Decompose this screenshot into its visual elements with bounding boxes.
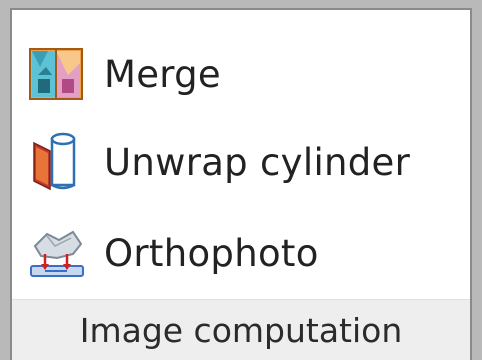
unwrap-cylinder-icon xyxy=(26,131,88,193)
orthophoto-icon xyxy=(26,222,88,284)
unwrap-cylinder-button[interactable]: Unwrap cylinder xyxy=(26,125,466,199)
merge-icon xyxy=(26,43,88,105)
orthophoto-label: Orthophoto xyxy=(104,231,319,275)
merge-button[interactable]: Merge xyxy=(26,37,466,111)
group-caption-text: Image computation xyxy=(79,310,403,350)
orthophoto-button[interactable]: Orthophoto xyxy=(26,216,466,290)
unwrap-cylinder-label: Unwrap cylinder xyxy=(104,140,411,184)
merge-label: Merge xyxy=(104,52,221,96)
ribbon-group-caption: Image computation xyxy=(12,299,470,360)
image-computation-ribbon-group: Merge Unwrap cylinder Orthophoto Image c… xyxy=(10,8,472,360)
